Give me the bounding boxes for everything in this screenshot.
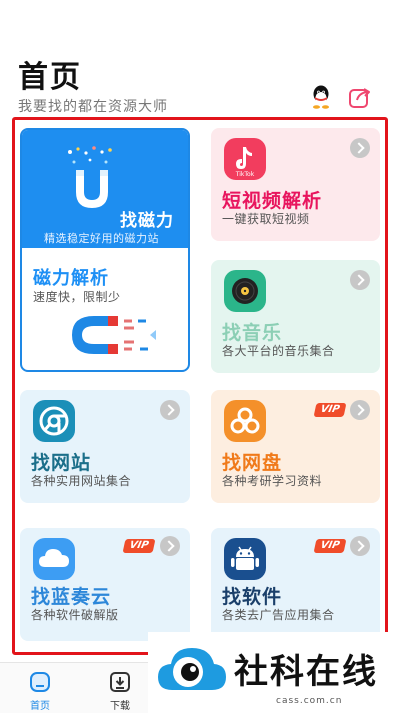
watermark-logo-icon — [158, 648, 226, 690]
home-icon — [30, 672, 50, 692]
software-card[interactable]: VIP 找软件 各类去广告应用集合 — [211, 528, 380, 641]
music-title: 找音乐 — [222, 322, 283, 344]
tab-home[interactable]: 首页 — [10, 663, 70, 713]
cloud-icon — [33, 538, 75, 580]
lanzou-subtitle: 各种软件破解版 — [31, 608, 119, 622]
netdisk-title: 找网盘 — [222, 452, 283, 474]
tab-home-label: 首页 — [30, 701, 50, 712]
tiktok-icon: TikTok — [224, 138, 266, 180]
short-video-arrow-icon[interactable] — [350, 138, 370, 158]
website-arrow-icon[interactable] — [160, 400, 180, 420]
tab-download[interactable]: 下载 — [90, 663, 150, 713]
software-arrow-icon[interactable] — [350, 536, 370, 556]
short-video-title: 短视频解析 — [222, 190, 323, 212]
software-title: 找软件 — [222, 586, 283, 608]
music-arrow-icon[interactable] — [350, 270, 370, 290]
vip-badge: VIP — [313, 403, 347, 417]
lanzou-arrow-icon[interactable] — [160, 536, 180, 556]
netdisk-arrow-icon[interactable] — [350, 400, 370, 420]
vinyl-record-icon — [224, 270, 266, 312]
horseshoe-magnet-icon — [72, 316, 156, 354]
music-card[interactable]: 找音乐 各大平台的音乐集合 — [211, 260, 380, 373]
page-subtitle: 我要找的都在资源大师 — [18, 99, 168, 115]
short-video-subtitle: 一键获取短视频 — [222, 212, 310, 226]
software-subtitle: 各类去广告应用集合 — [222, 608, 335, 622]
lanzou-title: 找蓝奏云 — [31, 586, 112, 608]
magnet-parse-subtitle: 速度快，限制少 — [33, 290, 121, 304]
tab-download-label: 下载 — [110, 701, 130, 712]
music-subtitle: 各大平台的音乐集合 — [222, 344, 335, 358]
netdisk-card[interactable]: VIP 找网盘 各种考研学习资料 — [211, 390, 380, 503]
page-title: 首页 — [18, 60, 82, 95]
website-card[interactable]: 找网站 各种实用网站集合 — [20, 390, 190, 503]
website-title: 找网站 — [31, 452, 92, 474]
magnet-icon — [68, 146, 112, 208]
qq-icon[interactable] — [308, 84, 334, 110]
lanzou-card[interactable]: VIP 找蓝奏云 各种软件破解版 — [20, 528, 190, 641]
watermark-text: 社科在线 — [234, 652, 378, 692]
magnet-card-header[interactable]: 找磁力 精选稳定好用的磁力站 — [22, 130, 188, 248]
watermark: 社科在线 cass.com.cn — [148, 632, 401, 713]
magnet-subtitle: 精选稳定好用的磁力站 — [44, 232, 159, 245]
short-video-card[interactable]: TikTok 短视频解析 一键获取短视频 — [211, 128, 380, 241]
watermark-url: cass.com.cn — [276, 696, 343, 706]
magnet-title: 找磁力 — [120, 211, 174, 231]
android-icon — [224, 538, 266, 580]
magnet-parse-title[interactable]: 磁力解析 — [33, 264, 109, 290]
tiktok-icon-label: TikTok — [235, 171, 255, 178]
website-subtitle: 各种实用网站集合 — [31, 474, 132, 488]
chrome-icon — [33, 400, 75, 442]
netdisk-subtitle: 各种考研学习资料 — [222, 474, 323, 488]
magnet-card[interactable]: 找磁力 精选稳定好用的磁力站 磁力解析 速度快，限制少 — [20, 128, 190, 372]
share-icon[interactable] — [347, 84, 373, 110]
vip-badge: VIP — [313, 539, 347, 553]
netdisk-icon — [224, 400, 266, 442]
download-icon — [110, 672, 130, 692]
vip-badge: VIP — [122, 539, 156, 553]
